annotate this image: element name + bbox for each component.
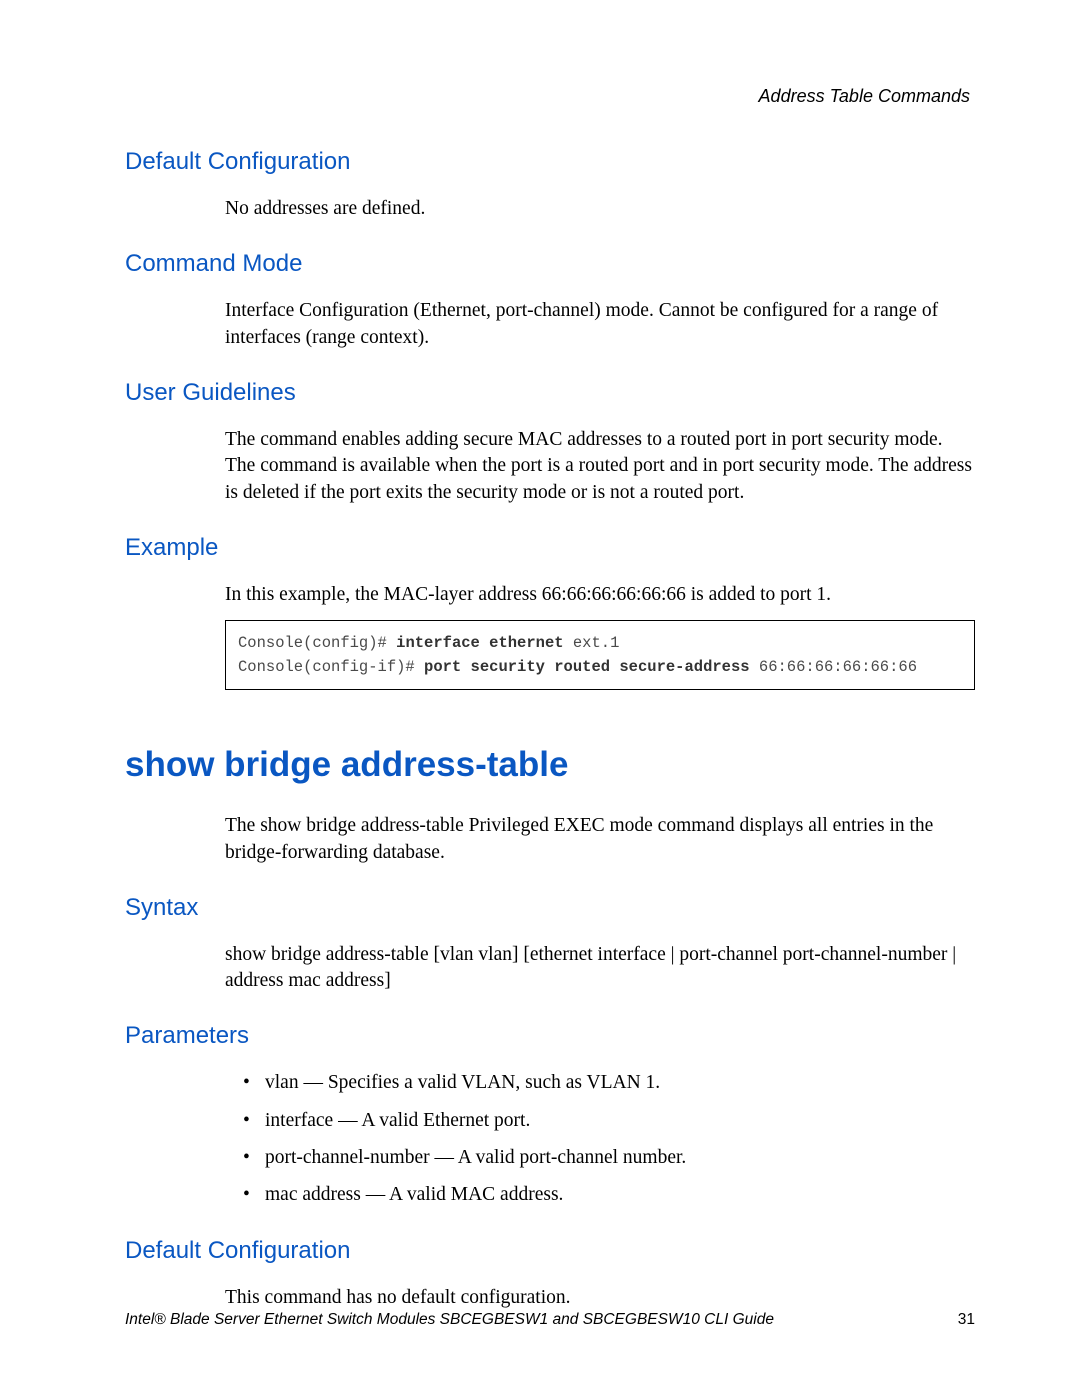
list-item: interface — A valid Ethernet port.: [265, 1108, 975, 1134]
parameters-list: vlan — Specifies a valid VLAN, such as V…: [265, 1070, 975, 1208]
list-item: mac address — A valid MAC address.: [265, 1182, 975, 1208]
text-example: In this example, the MAC-layer address 6…: [225, 582, 975, 608]
text-default-configuration-2: This command has no default configuratio…: [225, 1285, 975, 1311]
code-prompt-2: Console(config-if)#: [238, 658, 424, 676]
running-header: Address Table Commands: [759, 86, 970, 107]
code-block-example: Console(config)# interface ethernet ext.…: [225, 620, 975, 690]
footer-page-number: 31: [958, 1311, 975, 1329]
heading-default-configuration-1: Default Configuration: [125, 148, 975, 176]
heading-example: Example: [125, 534, 975, 562]
list-item: vlan — Specifies a valid VLAN, such as V…: [265, 1070, 975, 1096]
text-command-mode: Interface Configuration (Ethernet, port-…: [225, 298, 975, 351]
code-arg-2: 66:66:66:66:66:66: [759, 658, 917, 676]
list-item: port-channel-number — A valid port-chann…: [265, 1145, 975, 1171]
code-cmd-1: interface ethernet: [396, 634, 573, 652]
footer-guide-title: Intel® Blade Server Ethernet Switch Modu…: [125, 1311, 774, 1329]
page-footer: Intel® Blade Server Ethernet Switch Modu…: [125, 1311, 975, 1329]
text-user-guidelines: The command enables adding secure MAC ad…: [225, 427, 975, 506]
heading-user-guidelines: User Guidelines: [125, 379, 975, 407]
heading-syntax: Syntax: [125, 894, 975, 922]
text-default-configuration-1: No addresses are defined.: [225, 196, 975, 222]
heading-default-configuration-2: Default Configuration: [125, 1237, 975, 1265]
text-show-bridge-intro: The show bridge address-table Privileged…: [225, 813, 975, 866]
heading-command-mode: Command Mode: [125, 250, 975, 278]
code-prompt-1: Console(config)#: [238, 634, 396, 652]
heading-parameters: Parameters: [125, 1022, 975, 1050]
text-syntax: show bridge address-table [vlan vlan] [e…: [225, 942, 975, 995]
document-page: Address Table Commands Default Configura…: [0, 0, 1080, 1397]
code-cmd-2: port security routed secure-address: [424, 658, 759, 676]
code-arg-1: ext.1: [573, 634, 620, 652]
heading-show-bridge-address-table: show bridge address-table: [125, 745, 975, 785]
